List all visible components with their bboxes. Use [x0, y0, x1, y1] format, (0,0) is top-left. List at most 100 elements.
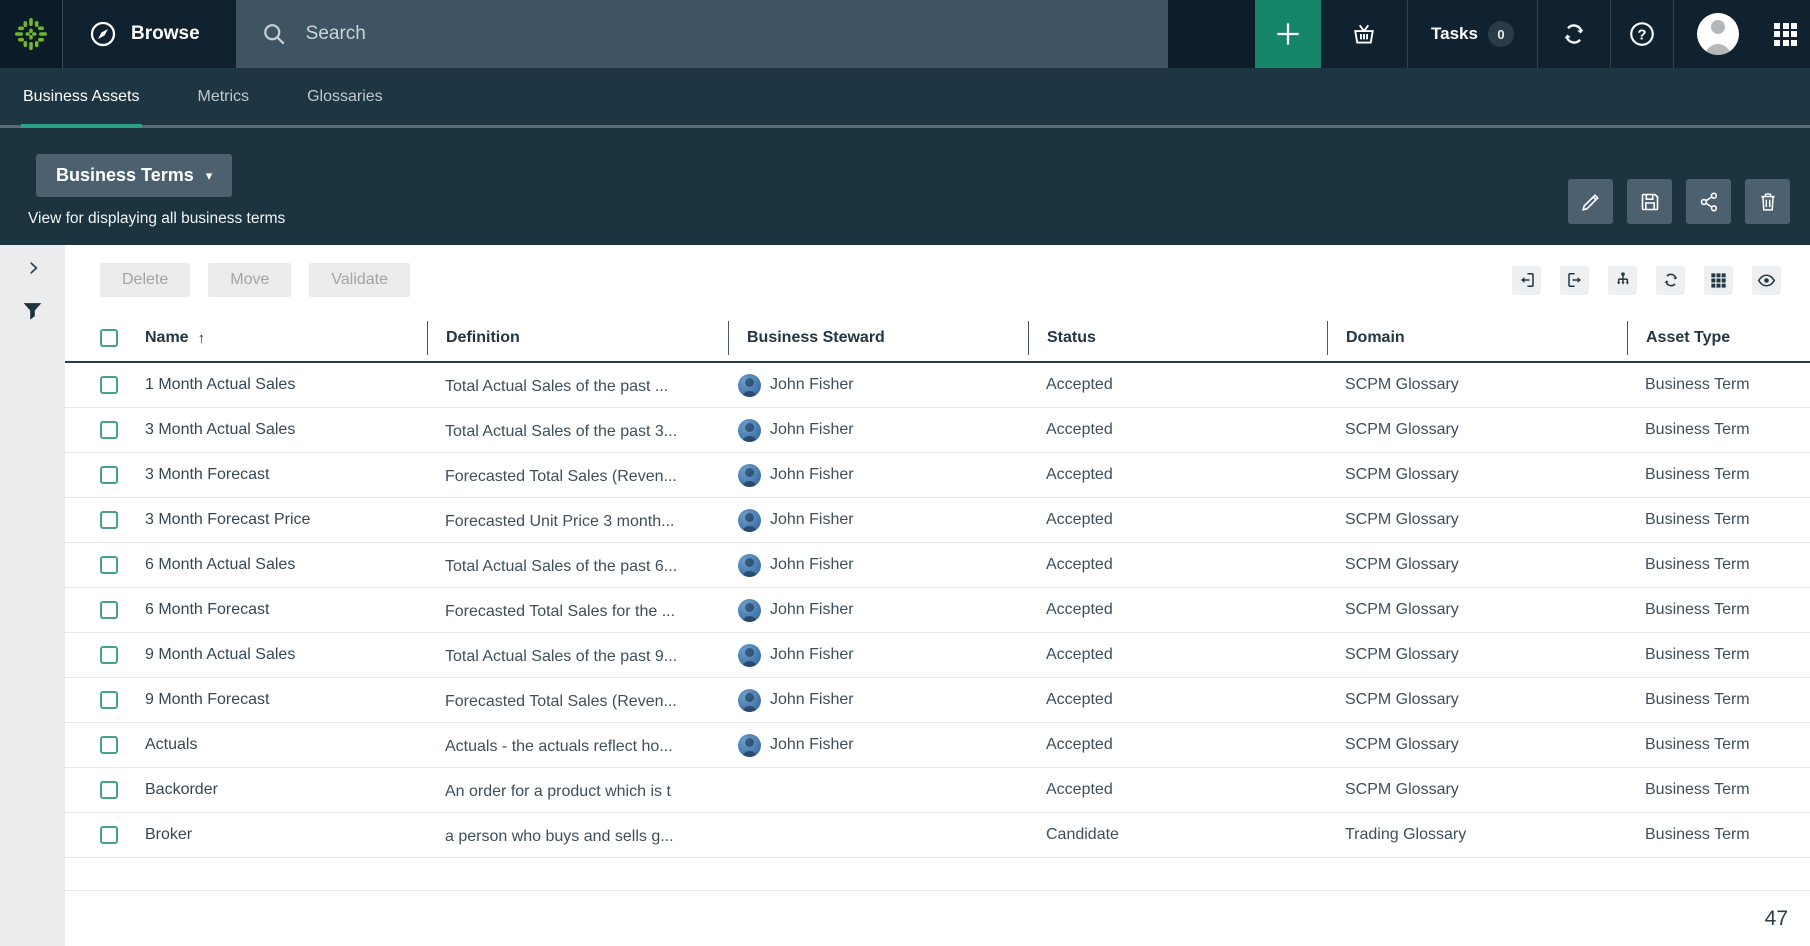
chevron-down-icon: ▾	[206, 168, 213, 184]
tasks-button[interactable]: Tasks 0	[1408, 0, 1537, 68]
cell-status: Candidate	[1028, 826, 1327, 844]
cell-definition: a person who buys and sells g...	[427, 828, 728, 846]
view-selector-button[interactable]: Business Terms ▾	[36, 154, 232, 197]
cell-status: Accepted	[1028, 736, 1327, 754]
export-button[interactable]	[1560, 266, 1589, 295]
row-checkbox[interactable]	[100, 421, 118, 439]
data-basket-button[interactable]	[1321, 0, 1407, 68]
cell-business-steward: John Fisher	[728, 509, 1028, 532]
cell-asset-type: Business Term	[1627, 421, 1810, 439]
table-body: 1 Month Actual Sales Total Actual Sales …	[65, 363, 1810, 858]
preview-button[interactable]	[1752, 266, 1781, 295]
browse-label: Browse	[131, 23, 200, 45]
table-row[interactable]: Broker a person who buys and sells g... …	[65, 813, 1810, 858]
table-header-row: Name ↑ Definition Business Steward Statu…	[65, 315, 1810, 363]
cell-asset-type: Business Term	[1627, 376, 1810, 394]
cell-definition: An order for a product which is t	[427, 783, 728, 801]
column-header-business-steward[interactable]: Business Steward	[728, 321, 1028, 355]
sync-button[interactable]	[1538, 0, 1610, 68]
column-header-asset-type[interactable]: Asset Type	[1627, 321, 1810, 355]
row-checkbox[interactable]	[100, 826, 118, 844]
compass-icon	[88, 19, 118, 49]
cell-domain: SCPM Glossary	[1327, 736, 1627, 754]
row-checkbox[interactable]	[100, 781, 118, 799]
row-checkbox[interactable]	[100, 646, 118, 664]
section-tabs: Business Assets Metrics Glossaries	[0, 68, 1810, 128]
row-checkbox[interactable]	[100, 736, 118, 754]
cell-definition: Total Actual Sales of the past 3...	[427, 423, 728, 441]
cell-business-steward: John Fisher	[728, 554, 1028, 577]
row-checkbox[interactable]	[100, 601, 118, 619]
table-row[interactable]: 6 Month Actual Sales Total Actual Sales …	[65, 543, 1810, 588]
search-input[interactable]: Search	[236, 0, 1168, 68]
delete-button[interactable]: Delete	[100, 263, 190, 297]
row-checkbox[interactable]	[100, 691, 118, 709]
svg-text:?: ?	[1637, 26, 1646, 43]
user-menu-button[interactable]	[1674, 0, 1761, 68]
validate-button[interactable]: Validate	[309, 263, 410, 297]
edit-view-button[interactable]	[1568, 179, 1613, 224]
expand-panel-button[interactable]	[16, 253, 50, 283]
table-row[interactable]: 3 Month Forecast Price Forecasted Unit P…	[65, 498, 1810, 543]
column-header-domain[interactable]: Domain	[1327, 321, 1627, 355]
steward-avatar	[738, 509, 761, 532]
tab-metrics[interactable]: Metrics	[198, 68, 250, 125]
tab-label: Business Assets	[23, 88, 140, 106]
filter-button[interactable]	[16, 296, 50, 326]
cell-asset-type: Business Term	[1627, 826, 1810, 844]
tab-glossaries[interactable]: Glossaries	[307, 68, 383, 125]
cell-name: 6 Month Actual Sales	[145, 556, 427, 574]
steward-avatar	[738, 689, 761, 712]
hierarchy-view-button[interactable]	[1608, 266, 1637, 295]
cell-status: Accepted	[1028, 601, 1327, 619]
top-navigation-bar: Browse Search Tasks 0	[0, 0, 1810, 68]
refresh-button[interactable]	[1656, 266, 1685, 295]
table-row[interactable]: 3 Month Forecast Forecasted Total Sales …	[65, 453, 1810, 498]
row-checkbox[interactable]	[100, 466, 118, 484]
apps-menu-button[interactable]	[1761, 0, 1810, 68]
steward-avatar	[738, 464, 761, 487]
basket-icon	[1350, 20, 1378, 48]
row-checkbox[interactable]	[100, 511, 118, 529]
pencil-icon	[1579, 190, 1603, 214]
cell-definition: Actuals - the actuals reflect ho...	[427, 738, 728, 756]
table-row[interactable]: 9 Month Forecast Forecasted Total Sales …	[65, 678, 1810, 723]
cell-business-steward: John Fisher	[728, 464, 1028, 487]
table-row[interactable]: 1 Month Actual Sales Total Actual Sales …	[65, 363, 1810, 408]
table-row[interactable]: 6 Month Forecast Forecasted Total Sales …	[65, 588, 1810, 633]
column-header-status[interactable]: Status	[1028, 321, 1327, 355]
grid-view-button[interactable]	[1704, 266, 1733, 295]
sort-ascending-icon: ↑	[198, 330, 206, 347]
export-icon	[1565, 270, 1585, 290]
cell-definition: Forecasted Total Sales (Reven...	[427, 468, 728, 486]
move-button[interactable]: Move	[208, 263, 291, 297]
tab-business-assets[interactable]: Business Assets	[23, 68, 140, 125]
cell-business-steward: John Fisher	[728, 644, 1028, 667]
topbar-spacer	[1168, 0, 1255, 68]
cell-domain: SCPM Glossary	[1327, 511, 1627, 529]
table-row[interactable]: 9 Month Actual Sales Total Actual Sales …	[65, 633, 1810, 678]
delete-view-button[interactable]	[1745, 179, 1790, 224]
create-asset-button[interactable]	[1255, 0, 1321, 68]
row-checkbox[interactable]	[100, 556, 118, 574]
select-all-checkbox[interactable]	[100, 329, 118, 347]
column-header-name[interactable]: Name ↑	[145, 321, 427, 355]
table-row[interactable]: Backorder An order for a product which i…	[65, 768, 1810, 813]
import-button[interactable]	[1512, 266, 1541, 295]
cell-status: Accepted	[1028, 781, 1327, 799]
row-checkbox[interactable]	[100, 376, 118, 394]
cell-status: Accepted	[1028, 376, 1327, 394]
help-button[interactable]: ?	[1611, 0, 1673, 68]
table-row[interactable]: Actuals Actuals - the actuals reflect ho…	[65, 723, 1810, 768]
steward-name: John Fisher	[770, 466, 854, 484]
browse-button[interactable]: Browse	[63, 0, 236, 68]
share-view-button[interactable]	[1686, 179, 1731, 224]
app-logo[interactable]	[0, 0, 63, 68]
cell-domain: SCPM Glossary	[1327, 421, 1627, 439]
cell-name: 9 Month Actual Sales	[145, 646, 427, 664]
tasks-count-badge: 0	[1488, 21, 1514, 47]
column-header-definition[interactable]: Definition	[427, 321, 728, 355]
table-row[interactable]: 3 Month Actual Sales Total Actual Sales …	[65, 408, 1810, 453]
cell-asset-type: Business Term	[1627, 691, 1810, 709]
save-view-button[interactable]	[1627, 179, 1672, 224]
